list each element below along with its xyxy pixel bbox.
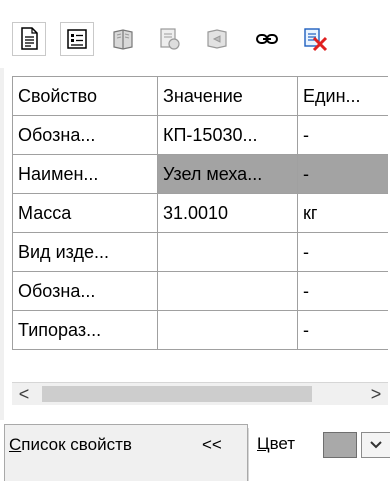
delete-button[interactable] [298,22,332,56]
table-row[interactable]: Обозна... КП-15030... - [12,116,388,155]
scroll-left-icon[interactable]: < [12,383,36,405]
property-value-cell[interactable] [158,311,298,349]
property-list-tab-hotkey: С [9,435,22,454]
properties-grid: Свойство Значение Един... Обозна... КП-1… [12,76,388,350]
table-row[interactable]: Типораз... - [12,311,388,350]
color-label-text: вет [269,434,296,453]
spec-icon [160,28,180,50]
property-value-cell[interactable]: 31.0010 [158,194,298,232]
property-value-cell[interactable] [158,233,298,271]
table-row[interactable]: Масса 31.0010 кг [12,194,388,233]
property-name-cell[interactable]: Типораз... [12,311,158,349]
color-label: Цвет [257,428,295,460]
property-value-cell[interactable]: КП-15030... [158,116,298,154]
property-unit-cell[interactable]: - [298,155,388,193]
property-list-tab[interactable]: Список свойств << [4,424,248,481]
property-value-cell[interactable] [158,272,298,310]
document-icon [21,27,38,50]
link-button[interactable] [250,22,284,56]
table-header-row: Свойство Значение Един... [12,77,388,116]
property-unit-cell[interactable]: - [298,233,388,271]
scroll-right-icon[interactable]: > [364,383,388,405]
specification-button[interactable] [152,22,186,56]
chevron-down-icon [370,441,382,449]
property-name-cell[interactable]: Обозна... [12,272,158,310]
bottom-panel: Список свойств << Цвет [0,420,390,481]
table-row[interactable]: Обозна... - [12,272,388,311]
property-list-tab-label: писок свойств [21,435,132,454]
color-dropdown-button[interactable] [361,432,390,458]
book-icon [113,29,133,50]
export-icon [207,29,227,49]
collapse-button[interactable]: << [202,425,222,465]
table-row-selected[interactable]: Наимен... Узел меха... - [12,155,388,194]
export-button[interactable] [200,22,234,56]
column-header-unit[interactable]: Един... [298,77,388,115]
document-button[interactable] [12,22,46,56]
column-header-value[interactable]: Значение [158,77,298,115]
property-name-cell[interactable]: Обозна... [12,116,158,154]
property-name-cell[interactable]: Наимен... [12,155,158,193]
horizontal-scrollbar[interactable]: < > [12,382,388,405]
property-value-cell[interactable]: Узел меха... [158,155,298,193]
property-unit-cell[interactable]: кг [298,194,388,232]
property-unit-cell[interactable]: - [298,116,388,154]
color-selector: Цвет [248,428,390,481]
column-header-property[interactable]: Свойство [12,77,158,115]
table-row[interactable]: Вид изде... - [12,233,388,272]
delete-icon [304,28,328,52]
color-swatch[interactable] [323,432,357,458]
properties-toolbar [0,0,376,68]
property-unit-cell[interactable]: - [298,311,388,349]
property-unit-cell[interactable]: - [298,272,388,310]
color-label-hotkey: Ц [257,434,270,453]
list-icon [67,29,87,49]
property-name-cell[interactable]: Вид изде... [12,233,158,271]
list-button[interactable] [60,22,94,56]
library-button[interactable] [106,22,140,56]
scrollbar-thumb[interactable] [42,386,312,402]
link-icon [256,34,278,44]
property-name-cell[interactable]: Масса [12,194,158,232]
